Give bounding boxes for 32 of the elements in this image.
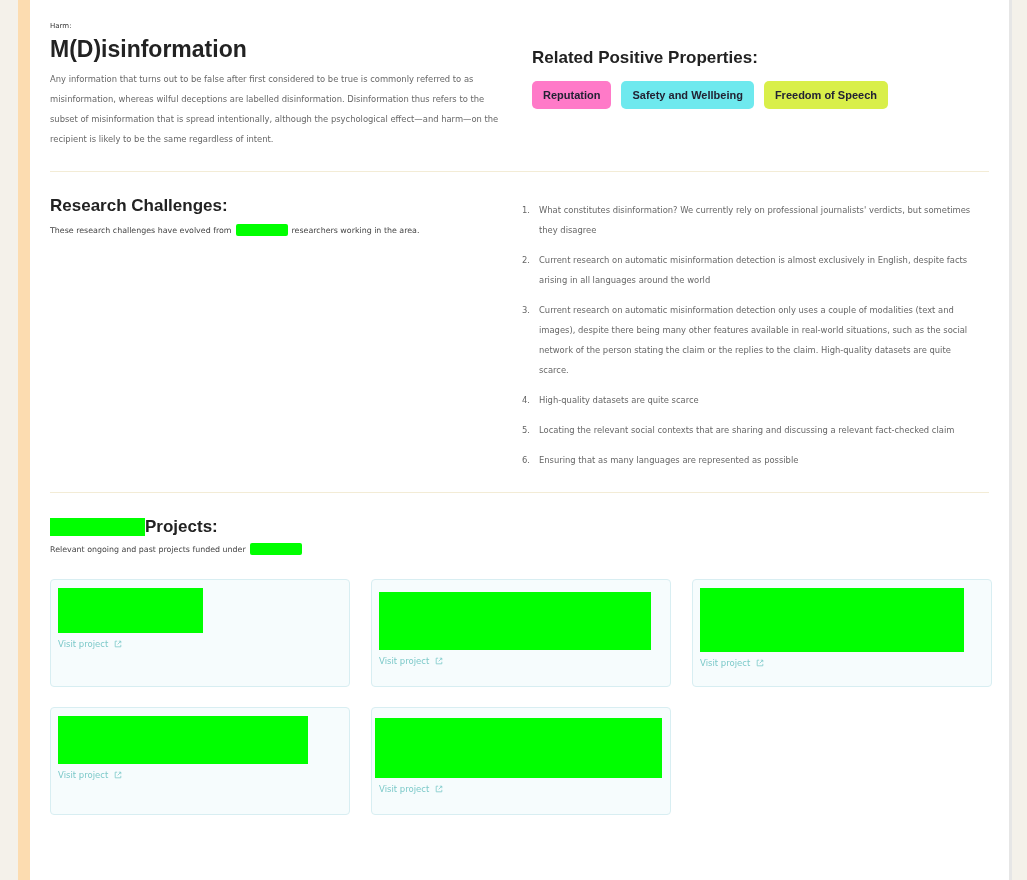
section-heading: Research Challenges: (50, 196, 229, 216)
challenge-text: What constitutes disinformation? We currently rely on professional journalists' verdicts, but sometimes they disagree (539, 204, 972, 237)
challenge-text: High-quality datasets are quite scarce (539, 394, 699, 407)
external-link-icon (114, 640, 123, 648)
challenge-text: Current research on automatic misinformation detection is almost exclusively in English, despite facts arising in all languages around the world (539, 254, 969, 287)
page-title: M(D)isinformation (50, 36, 248, 63)
challenge-text: Ensuring that as many languages are represented as possible (539, 454, 799, 467)
property-tag[interactable]: Safety and Wellbeing (621, 81, 754, 109)
property-tag[interactable]: Reputation (532, 81, 612, 109)
section-heading: Related Positive Properties: (532, 48, 759, 68)
visit-project-link[interactable]: Visit project (379, 784, 444, 794)
external-link-icon (435, 657, 444, 665)
external-link-icon (756, 659, 765, 667)
list-number: 4. (522, 394, 531, 407)
list-number: 3. (522, 304, 531, 317)
external-link-icon (114, 771, 123, 779)
visit-project-link[interactable]: Visit project (58, 639, 123, 649)
external-link-icon (435, 785, 444, 793)
visit-project-link[interactable]: Visit project (700, 658, 765, 668)
visit-project-link[interactable]: Visit project (379, 656, 444, 666)
description-text: Any information that turns out to be false after first considered to be true is commonly referred to as misinformation, whereas wilful deceptions are labelled disinformation. Disinformation thus refers to the subset of misinformation that is spread intentionally, although the psychological effect—and harm—on the recipient is likely to be the same regardless of intent. (50, 73, 500, 146)
list-number: 1. (522, 204, 531, 217)
challenge-text: Locating the relevant social contexts that are sharing and discussing a relevant fact-checked claim (539, 424, 955, 437)
redaction-block (249, 543, 302, 555)
redaction-block (235, 224, 288, 236)
challenge-text: Current research on automatic misinformation detection only uses a couple of modalities (text and images), despite there being many other features available in real-world situations, such as the social network of the person stating the claim or the replies to the claim. High-quality datasets are quite scarce. (539, 304, 969, 377)
list-number: 2. (522, 254, 531, 267)
list-number: 5. (522, 424, 531, 437)
list-number: 6. (522, 454, 531, 467)
property-tag[interactable]: Freedom of Speech (763, 81, 888, 109)
visit-project-link[interactable]: Visit project (58, 770, 123, 780)
section-heading: Projects: (145, 517, 218, 537)
